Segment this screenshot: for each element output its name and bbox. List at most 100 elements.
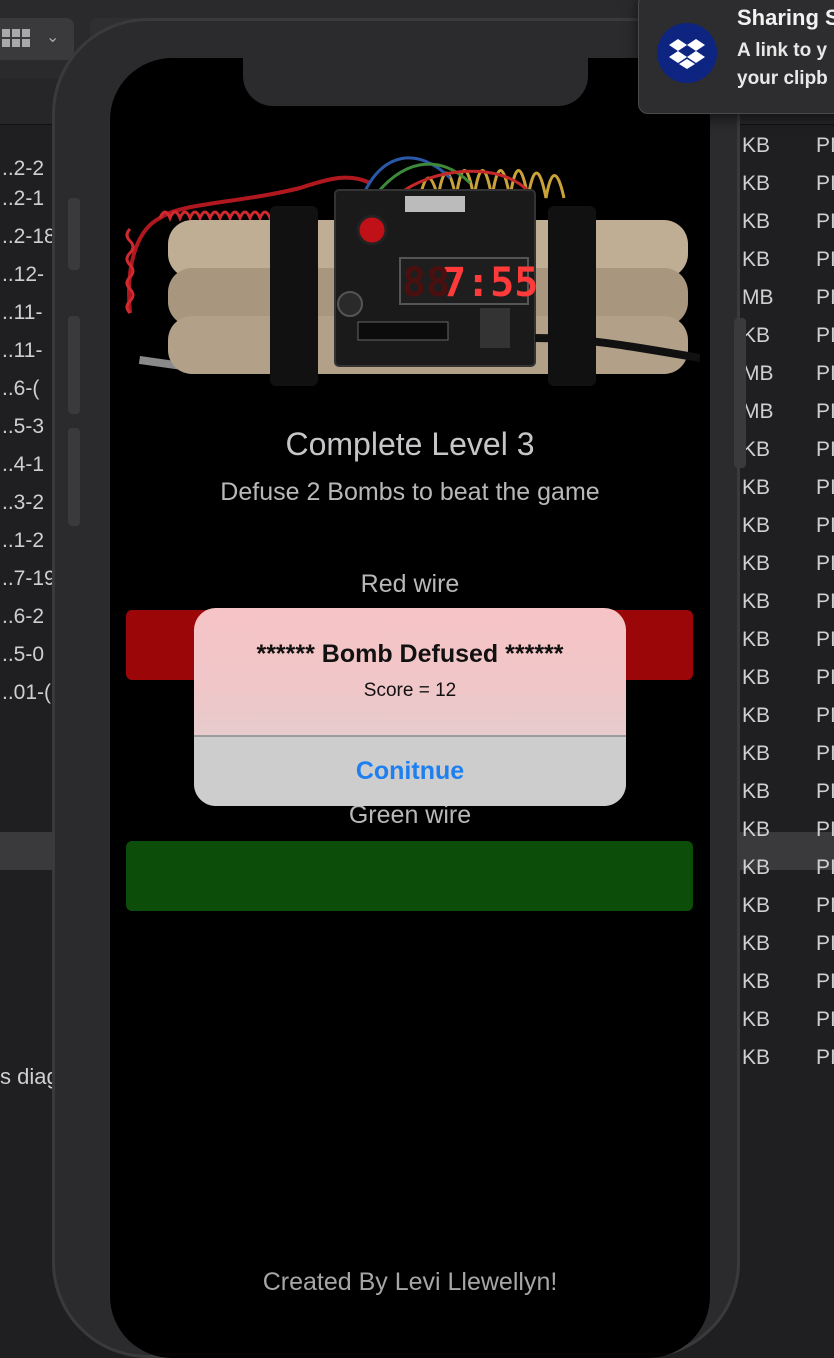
background-file-row: KB PI — [736, 1039, 834, 1077]
background-file-row: KB PI — [736, 317, 834, 355]
file-size-unit: KB — [742, 1008, 771, 1031]
file-size-unit: MB — [742, 400, 774, 423]
file-kind: PI — [816, 248, 834, 271]
file-kind: PI — [816, 400, 834, 423]
notification-line-1: A link to y — [737, 40, 828, 61]
device-notch — [243, 58, 588, 106]
background-file-label: s diag — [0, 1064, 59, 1089]
background-file-row: KB PI — [736, 849, 834, 887]
file-size-unit: KB — [742, 248, 771, 271]
background-file-row: KB PI — [736, 241, 834, 279]
continue-button[interactable]: Conitnue — [194, 737, 626, 806]
dropbox-icon — [657, 23, 717, 83]
svg-text:88: 88 — [402, 260, 450, 306]
notification-message: A link to y your clipb — [737, 37, 828, 93]
file-size-unit: KB — [742, 932, 771, 955]
file-kind: PI — [816, 894, 834, 917]
chevron-down-icon: ⌄ — [46, 29, 60, 46]
credit-text: Created By Levi Llewellyn! — [262, 1268, 558, 1296]
volume-up-button — [68, 316, 80, 414]
background-file-row: KB PI — [736, 127, 834, 165]
background-file-row: KB PI — [736, 203, 834, 241]
file-kind: PI — [816, 856, 834, 879]
file-kind: PI — [816, 552, 834, 575]
file-size-unit: KB — [742, 780, 771, 803]
file-kind: PI — [816, 704, 834, 727]
background-file-row: MB PI — [736, 279, 834, 317]
level-title: Complete Level 3 — [285, 426, 535, 462]
file-kind: PI — [816, 324, 834, 347]
alert-title: ****** Bomb Defused ****** — [256, 640, 564, 668]
bomb-image: 7:55 88 — [125, 156, 700, 386]
background-file-row: KB PI — [736, 583, 834, 621]
background-file-row: KB PI — [736, 431, 834, 469]
red-wire-label: Red wire — [360, 570, 460, 598]
file-size-unit: KB — [742, 476, 771, 499]
background-file-row: MB PI — [736, 393, 834, 431]
level-subtitle: Defuse 2 Bombs to beat the game — [220, 478, 600, 506]
background-file-row: KB PI — [736, 659, 834, 697]
background-file-row: KB PI — [736, 507, 834, 545]
volume-down-button — [68, 428, 80, 526]
background-file-row: MB PI — [736, 355, 834, 393]
file-kind: PI — [816, 476, 834, 499]
file-kind: PI — [816, 780, 834, 803]
background-file-row: KB PI — [736, 469, 834, 507]
file-size-unit: KB — [742, 134, 771, 157]
background-file-row: KB PI — [736, 811, 834, 849]
power-button — [734, 318, 746, 468]
file-kind: PI — [816, 818, 834, 841]
file-kind: PI — [816, 210, 834, 233]
file-size-unit: KB — [742, 818, 771, 841]
file-kind: PI — [816, 628, 834, 651]
file-kind: PI — [816, 172, 834, 195]
file-size-unit: KB — [742, 666, 771, 689]
file-size-unit: KB — [742, 856, 771, 879]
file-kind: PI — [816, 742, 834, 765]
background-file-row: KB PI — [736, 545, 834, 583]
notification-line-2: your clipb — [737, 68, 828, 89]
bomb-defused-alert: ****** Bomb Defused ****** Score = 12 Co… — [194, 608, 626, 806]
file-size-unit: KB — [742, 210, 771, 233]
background-file-row: KB PI — [736, 1001, 834, 1039]
mute-switch — [68, 198, 80, 270]
bomb-timer-text: 7:55 — [442, 260, 538, 306]
file-kind: PI — [816, 1008, 834, 1031]
file-kind: PI — [816, 134, 834, 157]
background-file-row: KB PI — [736, 887, 834, 925]
file-kind: PI — [816, 362, 834, 385]
file-size-unit: KB — [742, 970, 771, 993]
background-file-row: KB PI — [736, 735, 834, 773]
background-file-row: KB PI — [736, 621, 834, 659]
notification-title: Sharing S — [737, 5, 834, 30]
file-kind: PI — [816, 932, 834, 955]
alert-message: Score = 12 — [363, 680, 457, 701]
file-size-unit: MB — [742, 362, 774, 385]
background-file-row: KB PI — [736, 925, 834, 963]
file-kind: PI — [816, 514, 834, 537]
file-kind: PI — [816, 1046, 834, 1069]
file-size-unit: KB — [742, 1046, 771, 1069]
file-size-unit: KB — [742, 704, 771, 727]
file-size-unit: KB — [742, 590, 771, 613]
file-kind: PI — [816, 666, 834, 689]
dropbox-notification[interactable]: Sharing S A link to y your clipb — [638, 0, 834, 114]
background-file-row: KB PI — [736, 963, 834, 1001]
background-file-row: KB PI — [736, 773, 834, 811]
view-mode-button[interactable]: ⌄ — [0, 18, 74, 60]
file-kind: PI — [816, 970, 834, 993]
green-wire-button[interactable] — [126, 841, 693, 911]
background-file-list-right: KB PI KB PI KB PI KB PI MB PI KB PI MB PI MB PI KB PI KB PI… — [736, 127, 834, 1077]
file-kind: PI — [816, 590, 834, 613]
file-size-unit: KB — [742, 552, 771, 575]
file-size-unit: MB — [742, 286, 774, 309]
file-size-unit: KB — [742, 894, 771, 917]
file-size-unit: KB — [742, 438, 771, 461]
file-kind: PI — [816, 438, 834, 461]
icon-grid-icon — [2, 29, 32, 49]
file-size-unit: KB — [742, 628, 771, 651]
file-size-unit: KB — [742, 514, 771, 537]
file-size-unit: KB — [742, 172, 771, 195]
file-size-unit: KB — [742, 742, 771, 765]
background-file-row: KB PI — [736, 165, 834, 203]
